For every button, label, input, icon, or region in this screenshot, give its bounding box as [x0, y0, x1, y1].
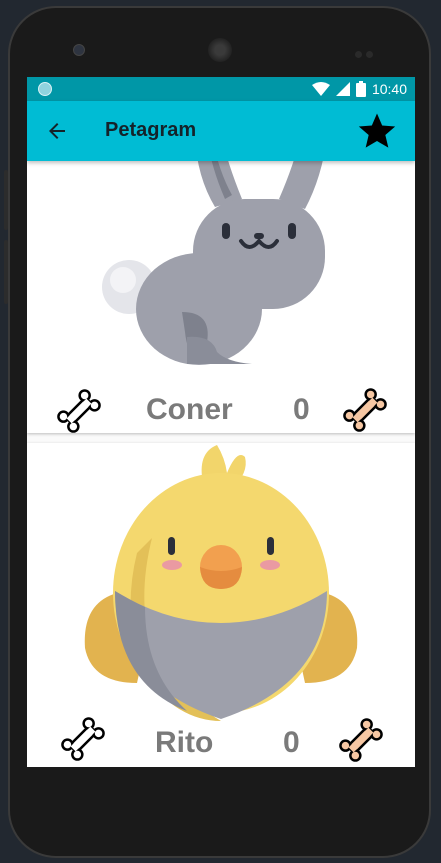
proximity-sensor — [355, 45, 381, 58]
like-bone-icon[interactable] — [55, 387, 103, 435]
arrow-back-icon[interactable] — [45, 119, 69, 143]
notification-icon — [38, 82, 52, 96]
pet-name: Coner — [146, 393, 233, 426]
device-frame: 10:40 Petagram Coner 0 Rito 0 — [0, 0, 441, 863]
pet-name: Rito — [155, 726, 214, 759]
volume-button — [4, 170, 8, 230]
cell-signal-icon — [335, 82, 350, 96]
bone-rating-icon — [339, 718, 383, 762]
like-count: 0 — [293, 393, 310, 426]
star-icon[interactable] — [357, 111, 397, 151]
pet-card: Coner 0 — [27, 137, 415, 433]
status-icons: 10:40 — [311, 79, 407, 99]
like-count: 0 — [283, 726, 300, 759]
earpiece — [208, 38, 232, 62]
clock: 10:40 — [371, 81, 407, 97]
power-button — [4, 240, 8, 304]
like-bone-icon[interactable] — [59, 715, 107, 763]
battery-icon — [355, 81, 366, 97]
app-title: Petagram — [105, 119, 197, 141]
front-camera — [73, 44, 85, 56]
screen: 10:40 Petagram Coner 0 Rito 0 — [27, 77, 415, 767]
wifi-icon — [311, 82, 330, 96]
app-bar: Petagram — [27, 101, 415, 161]
pet-card: Rito 0 — [27, 443, 415, 767]
chick-image — [84, 445, 358, 721]
rabbit-image — [102, 137, 327, 365]
bone-rating-icon — [343, 388, 387, 432]
status-bar: 10:40 — [27, 77, 415, 101]
